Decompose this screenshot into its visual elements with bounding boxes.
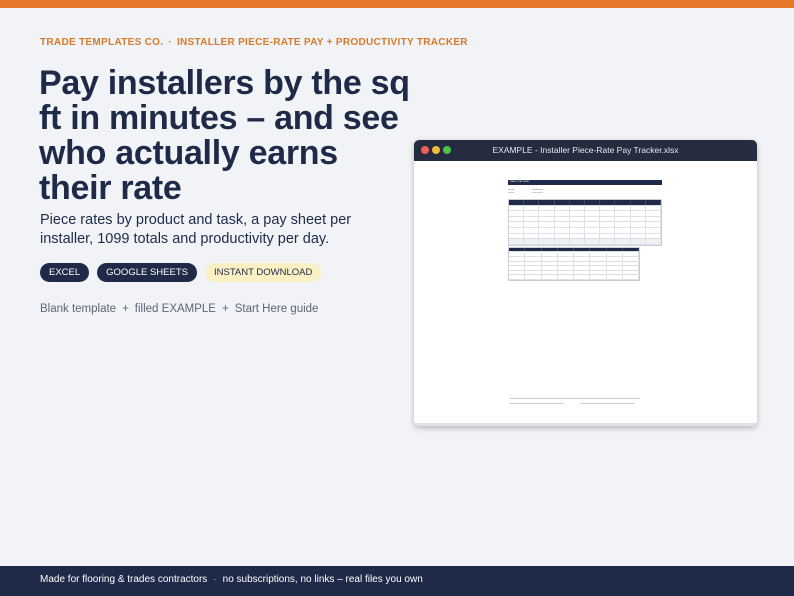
included-files: Blank template + filled EXAMPLE + Start Here… xyxy=(40,303,318,315)
plus-separator: + xyxy=(221,303,229,315)
signature-block xyxy=(510,398,640,404)
footer-separator: · xyxy=(213,574,217,585)
spreadsheet-thumbnail: WEEKLY PAY SHEET Installer Week Ending xyxy=(508,180,662,281)
installer-field: Installer xyxy=(508,189,515,193)
sheet-header: WEEKLY PAY SHEET xyxy=(508,180,662,185)
format-badges: EXCEL GOOGLE SHEETS INSTANT DOWNLOAD xyxy=(40,263,322,282)
week-ending-field: Week Ending xyxy=(532,189,543,193)
table-totals-row xyxy=(509,239,662,245)
plus-separator: + xyxy=(122,303,129,315)
included-item: Blank template xyxy=(40,303,117,315)
pay-table xyxy=(508,199,662,246)
signature-line xyxy=(580,403,634,404)
badge-excel: EXCEL xyxy=(40,263,90,282)
included-item: filled EXAMPLE xyxy=(134,303,216,315)
window-bottom-edge xyxy=(414,423,757,426)
spreadsheet-preview-window: EXAMPLE - Installer Piece-Rate Pay Track… xyxy=(414,140,757,426)
signature-line xyxy=(510,403,564,404)
daily-log-table xyxy=(508,246,640,281)
page-title: Pay installers by the sq ft in minutes –… xyxy=(39,64,410,207)
window-title: EXAMPLE - Installer Piece-Rate Pay Track… xyxy=(492,145,679,155)
product-name: INSTALLER PIECE-RATE PAY + PRODUCTIVITY … xyxy=(176,37,468,48)
table-row xyxy=(509,275,639,280)
page-subtitle: Piece rates by product and task, a pay s… xyxy=(40,212,352,247)
footer-text: Made for flooring & trades contractors · n… xyxy=(40,574,423,585)
included-item: Start Here guide xyxy=(234,303,319,315)
eyebrow-separator: · xyxy=(168,37,172,48)
eyebrow-label: TRADE TEMPLATES CO. · INSTALLER PIECE-RATE… xyxy=(40,37,468,48)
window-titlebar: EXAMPLE - Installer Piece-Rate Pay Track… xyxy=(414,140,757,161)
top-accent-bar xyxy=(0,0,794,8)
badge-instant-download: INSTANT DOWNLOAD xyxy=(204,263,322,282)
sheet-fields: Installer Week Ending xyxy=(508,189,662,193)
footer-promise: no subscriptions, no links – real files … xyxy=(222,574,423,585)
brand-name: TRADE TEMPLATES CO. xyxy=(40,37,164,48)
badge-google-sheets: GOOGLE SHEETS xyxy=(97,263,197,282)
footer-bar: Made for flooring & trades contractors · n… xyxy=(0,566,794,596)
footer-audience: Made for flooring & trades contractors xyxy=(40,574,208,585)
